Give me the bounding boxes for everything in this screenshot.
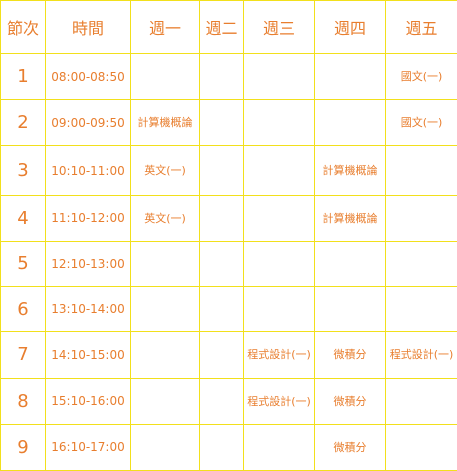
course-cell-fri — [385, 145, 457, 196]
period-cell: 8 — [0, 377, 46, 425]
course-cell-wed — [243, 52, 315, 101]
course-cell-thu: 微積分 — [314, 423, 386, 471]
course-cell-fri — [385, 423, 457, 471]
table-row: 4 11:10-12:00 英文(一) 計算機概論 — [0, 194, 457, 242]
course-cell-fri — [385, 194, 457, 242]
course-cell-wed — [243, 240, 315, 288]
period-cell: 5 — [0, 240, 46, 288]
course-cell-mon: 計算機概論 — [130, 99, 200, 147]
time-cell: 08:00-08:50 — [45, 52, 131, 101]
table-row: 7 14:10-15:00 程式設計(一) 微積分 程式設計(一) — [0, 331, 457, 379]
table-row: 6 13:10-14:00 — [0, 286, 457, 333]
course-cell-tue — [199, 99, 244, 147]
class-schedule-table: 節次 時間 週一 週二 週三 週四 週五 1 08:00-08:50 國文(一) 2 0… — [0, 0, 457, 471]
course-cell-mon — [130, 240, 200, 288]
course-cell-fri — [385, 240, 457, 288]
table-row: 8 15:10-16:00 程式設計(一) 微積分 — [0, 377, 457, 425]
course-cell-wed — [243, 145, 315, 196]
course-cell-mon — [130, 52, 200, 101]
course-cell-mon — [130, 423, 200, 471]
period-cell: 4 — [0, 194, 46, 242]
course-cell-thu — [314, 240, 386, 288]
table-row: 3 10:10-11:00 英文(一) 計算機概論 — [0, 145, 457, 196]
header-friday: 週五 — [385, 0, 457, 54]
header-period: 節次 — [0, 0, 46, 54]
header-monday: 週一 — [130, 0, 200, 54]
course-cell-thu — [314, 99, 386, 147]
period-cell: 3 — [0, 145, 46, 196]
period-cell: 1 — [0, 52, 46, 101]
time-cell: 14:10-15:00 — [45, 331, 131, 379]
period-cell: 9 — [0, 423, 46, 471]
course-cell-fri — [385, 286, 457, 333]
course-cell-fri: 程式設計(一) — [385, 331, 457, 379]
course-cell-mon: 英文(一) — [130, 145, 200, 196]
header-row: 節次 時間 週一 週二 週三 週四 週五 — [0, 0, 457, 54]
period-cell: 2 — [0, 99, 46, 147]
course-cell-tue — [199, 240, 244, 288]
course-cell-wed — [243, 286, 315, 333]
course-cell-fri: 國文(一) — [385, 99, 457, 147]
time-cell: 10:10-11:00 — [45, 145, 131, 196]
course-cell-wed — [243, 194, 315, 242]
course-cell-wed — [243, 423, 315, 471]
course-cell-tue — [199, 286, 244, 333]
header-tuesday: 週二 — [199, 0, 244, 54]
course-cell-thu: 計算機概論 — [314, 194, 386, 242]
course-cell-tue — [199, 331, 244, 379]
header-thursday: 週四 — [314, 0, 386, 54]
course-cell-mon — [130, 331, 200, 379]
period-cell: 7 — [0, 331, 46, 379]
course-cell-thu — [314, 286, 386, 333]
header-wednesday: 週三 — [243, 0, 315, 54]
header-time: 時間 — [45, 0, 131, 54]
table-row: 5 12:10-13:00 — [0, 240, 457, 288]
course-cell-thu: 微積分 — [314, 377, 386, 425]
course-cell-tue — [199, 194, 244, 242]
course-cell-wed: 程式設計(一) — [243, 377, 315, 425]
course-cell-tue — [199, 52, 244, 101]
time-cell: 09:00-09:50 — [45, 99, 131, 147]
course-cell-tue — [199, 423, 244, 471]
course-cell-wed: 程式設計(一) — [243, 331, 315, 379]
time-cell: 16:10-17:00 — [45, 423, 131, 471]
course-cell-mon — [130, 286, 200, 333]
course-cell-tue — [199, 145, 244, 196]
course-cell-thu — [314, 52, 386, 101]
time-cell: 11:10-12:00 — [45, 194, 131, 242]
course-cell-wed — [243, 99, 315, 147]
course-cell-tue — [199, 377, 244, 425]
table-row: 1 08:00-08:50 國文(一) — [0, 52, 457, 101]
time-cell: 12:10-13:00 — [45, 240, 131, 288]
period-cell: 6 — [0, 286, 46, 333]
course-cell-fri: 國文(一) — [385, 52, 457, 101]
table-row: 2 09:00-09:50 計算機概論 國文(一) — [0, 99, 457, 147]
time-cell: 15:10-16:00 — [45, 377, 131, 425]
course-cell-thu: 計算機概論 — [314, 145, 386, 196]
course-cell-mon — [130, 377, 200, 425]
course-cell-mon: 英文(一) — [130, 194, 200, 242]
course-cell-thu: 微積分 — [314, 331, 386, 379]
time-cell: 13:10-14:00 — [45, 286, 131, 333]
table-row: 9 16:10-17:00 微積分 — [0, 423, 457, 471]
course-cell-fri — [385, 377, 457, 425]
